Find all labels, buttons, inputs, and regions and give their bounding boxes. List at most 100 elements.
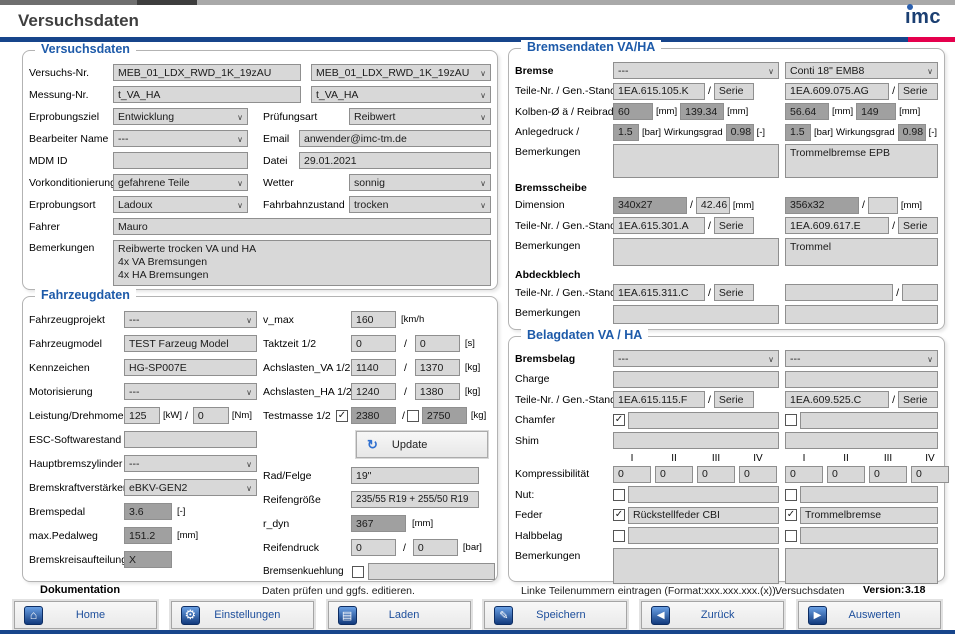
belag-bemerkungen-field-ha[interactable] <box>785 548 938 584</box>
bemerkungen-field[interactable]: Reibwerte trocken VA und HA 4x VA Bremsu… <box>113 240 491 286</box>
charge-field-va[interactable] <box>613 371 779 388</box>
chamfer-checkbox-ha[interactable] <box>785 414 797 426</box>
versuchs-nr-field[interactable]: MEB_01_LDX_RWD_1K_19zAU <box>113 64 301 81</box>
bremse-dropdown-ha[interactable]: Conti 18" EMB8 <box>785 62 938 79</box>
email-field[interactable]: anwender@imc-tm.de <box>299 130 491 147</box>
einstellungen-button[interactable]: Einstellungen <box>171 601 314 629</box>
belag-teile-field-ha[interactable]: 1EA.609.525.C <box>785 391 889 408</box>
dimension2-field-ha[interactable] <box>868 197 898 214</box>
messung-nr-dropdown[interactable]: t_VA_HA <box>311 86 491 103</box>
wetter-dropdown[interactable]: sonnig <box>349 174 491 191</box>
bemerkungen-field-ha[interactable]: Trommelbremse EPB <box>785 144 938 178</box>
kompress-field-ha-1[interactable]: 0 <box>785 466 823 483</box>
r-dyn-field[interactable]: 367 <box>351 515 406 532</box>
abdeck-bemerkungen-field-ha[interactable] <box>785 305 938 324</box>
chamfer-checkbox-va[interactable] <box>613 414 625 426</box>
feder-checkbox-ha[interactable] <box>785 509 797 521</box>
kompress-field-va-3[interactable]: 0 <box>697 466 735 483</box>
mdm-id-field[interactable] <box>113 152 248 169</box>
home-button[interactable]: Home <box>14 601 157 629</box>
kompress-field-va-4[interactable]: 0 <box>739 466 777 483</box>
fahrbahnzustand-dropdown[interactable]: trocken <box>349 196 491 213</box>
bremspedal-field[interactable]: 3.6 <box>124 503 172 520</box>
dimension-field-ha[interactable]: 356x32 <box>785 197 859 214</box>
reifendruck2-field[interactable]: 0 <box>413 539 458 556</box>
halbbelag-checkbox-va[interactable] <box>613 530 625 542</box>
leistung-field[interactable]: 125 <box>124 407 160 424</box>
achslasten-ha2-field[interactable]: 1380 <box>415 383 460 400</box>
nut-checkbox-va[interactable] <box>613 489 625 501</box>
bremsenkuehlung-checkbox[interactable] <box>352 566 364 578</box>
shim-field-ha[interactable] <box>785 432 938 449</box>
testmasse2-checkbox[interactable] <box>407 410 419 422</box>
bemerkungen-field-va[interactable] <box>613 144 779 178</box>
messung-nr-field[interactable]: t_VA_HA <box>113 86 301 103</box>
belag-bemerkungen-field-va[interactable] <box>613 548 779 584</box>
teile-nr-field-va[interactable]: 1EA.615.105.K <box>613 83 705 100</box>
max-pedalweg-field[interactable]: 151.2 <box>124 527 172 544</box>
teile-nr-field-ha[interactable]: 1EA.609.075.AG <box>785 83 889 100</box>
achslasten-ha1-field[interactable]: 1240 <box>351 383 396 400</box>
wirkungsgrad-field-va[interactable]: 0.98 <box>726 124 754 141</box>
abdeck-bemerkungen-field-va[interactable] <box>613 305 779 324</box>
feder-field-ha[interactable]: Trommelbremse <box>800 507 938 524</box>
esc-softwarestand-field[interactable] <box>124 431 257 448</box>
bremskraftverstaerker-dropdown[interactable]: eBKV-GEN2 <box>124 479 257 496</box>
zurueck-button[interactable]: Zurück <box>641 601 784 629</box>
testmasse1-checkbox[interactable] <box>336 410 348 422</box>
abdeck-teile-field-ha[interactable] <box>785 284 893 301</box>
belag-teile-field-va[interactable]: 1EA.615.115.F <box>613 391 705 408</box>
motorisierung-dropdown[interactable]: --- <box>124 383 257 400</box>
update-button[interactable]: Update <box>356 431 488 458</box>
bearbeiter-dropdown[interactable]: --- <box>113 130 248 147</box>
dimension-field-va[interactable]: 340x27 <box>613 197 687 214</box>
achslasten-va2-field[interactable]: 1370 <box>415 359 460 376</box>
laden-button[interactable]: Laden <box>328 601 471 629</box>
anlegedruck-field-ha[interactable]: 1.5 <box>785 124 811 141</box>
reifengroesse-field[interactable]: 235/55 R19 + 255/50 R19 <box>351 491 479 508</box>
kolben-field-va[interactable]: 60 <box>613 103 653 120</box>
reibradius-field-ha[interactable]: 149 <box>856 103 896 120</box>
charge-field-ha[interactable] <box>785 371 938 388</box>
nut-checkbox-ha[interactable] <box>785 489 797 501</box>
erprobungsort-dropdown[interactable]: Ladoux <box>113 196 248 213</box>
gen-stand-field-va[interactable]: Serie <box>714 83 754 100</box>
fahrzeugmodel-field[interactable]: TEST Farzeug Model <box>124 335 257 352</box>
rad-felge-field[interactable]: 19" <box>351 467 479 484</box>
scheibe-teile-field-va[interactable]: 1EA.615.301.A <box>613 217 705 234</box>
fahrzeugprojekt-dropdown[interactable]: --- <box>124 311 257 328</box>
shim-field-va[interactable] <box>613 432 779 449</box>
dimension2-field-va[interactable]: 42.46 <box>696 197 730 214</box>
feder-field-va[interactable]: Rückstellfeder CBI <box>628 507 779 524</box>
gen-stand-field-ha[interactable]: Serie <box>898 83 938 100</box>
scheibe-bemerkungen-field-va[interactable] <box>613 238 779 266</box>
taktzeit2-field[interactable]: 0 <box>415 335 460 352</box>
kompress-field-ha-2[interactable]: 0 <box>827 466 865 483</box>
feder-checkbox-va[interactable] <box>613 509 625 521</box>
abdeck-teile-field-va[interactable]: 1EA.615.311.C <box>613 284 705 301</box>
kennzeichen-field[interactable]: HG-SP007E <box>124 359 257 376</box>
belag-gen-field-va[interactable]: Serie <box>714 391 754 408</box>
halbbelag-field-va[interactable] <box>628 527 779 544</box>
auswerten-button[interactable]: Auswerten <box>798 601 941 629</box>
v-max-field[interactable]: 160 <box>351 311 396 328</box>
bremsbelag-dropdown-va[interactable]: --- <box>613 350 779 367</box>
kompress-field-ha-3[interactable]: 0 <box>869 466 907 483</box>
scheibe-gen-field-va[interactable]: Serie <box>714 217 754 234</box>
scheibe-bemerkungen-field-ha[interactable]: Trommel <box>785 238 938 266</box>
drehmoment-field[interactable]: 0 <box>193 407 229 424</box>
reibradius-field-va[interactable]: 139.34 <box>680 103 724 120</box>
scheibe-gen-field-ha[interactable]: Serie <box>898 217 938 234</box>
wirkungsgrad-field-ha[interactable]: 0.98 <box>898 124 926 141</box>
kompress-field-ha-4[interactable]: 0 <box>911 466 949 483</box>
nut-field-ha[interactable] <box>800 486 938 503</box>
nut-field-va[interactable] <box>628 486 779 503</box>
speichern-button[interactable]: Speichern <box>484 601 627 629</box>
testmasse2-field[interactable]: 2750 <box>422 407 467 424</box>
vorkonditionierung-dropdown[interactable]: gefahrene Teile <box>113 174 248 191</box>
testmasse1-field[interactable]: 2380 <box>351 407 396 424</box>
achslasten-va1-field[interactable]: 1140 <box>351 359 396 376</box>
fahrer-field[interactable]: Mauro <box>113 218 491 235</box>
taktzeit1-field[interactable]: 0 <box>351 335 396 352</box>
abdeck-gen-field-ha[interactable] <box>902 284 938 301</box>
